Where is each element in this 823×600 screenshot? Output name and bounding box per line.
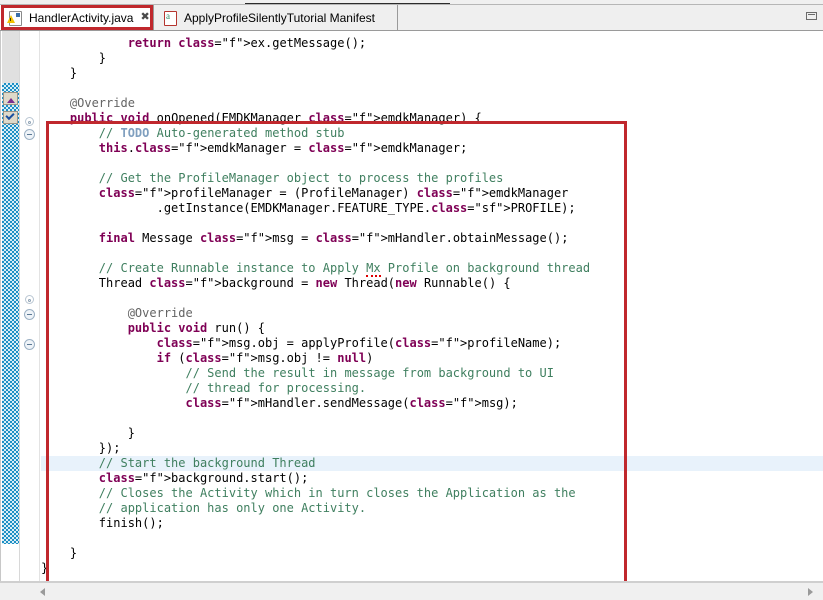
editor-tab-bar: HandlerActivity.java ✖ ApplyProfileSilen…: [0, 5, 823, 31]
gutter-marker-icon[interactable]: [25, 295, 34, 304]
change-ruler-unchanged: [2, 31, 19, 83]
fold-collapse-icon[interactable]: [24, 339, 35, 350]
java-file-warning-icon: [8, 10, 23, 25]
tab-applyprofilesilentlytutorial-manifest[interactable]: ApplyProfileSilentlyTutorial Manifest: [155, 5, 398, 30]
tab-label: ApplyProfileSilentlyTutorial Manifest: [184, 11, 375, 25]
fold-collapse-icon[interactable]: [24, 129, 35, 140]
code-surface[interactable]: return class="f">ex.getMessage(); } } @O…: [41, 31, 823, 582]
horizontal-scrollbar[interactable]: [0, 582, 823, 600]
eclipse-editor-window: HandlerActivity.java ✖ ApplyProfileSilen…: [0, 0, 823, 600]
scroll-right-arrow-icon[interactable]: [808, 588, 813, 596]
ruler-marker-warning-icon[interactable]: [3, 92, 18, 105]
ruler-marker-task-icon[interactable]: [3, 111, 18, 124]
fold-collapse-icon[interactable]: [24, 309, 35, 320]
code-editor: return class="f">ex.getMessage(); } } @O…: [0, 31, 823, 582]
android-manifest-icon: [163, 10, 178, 25]
folding-gutter[interactable]: [20, 31, 40, 582]
overview-change-ruler[interactable]: [2, 31, 20, 582]
tab-label: HandlerActivity.java: [29, 11, 133, 25]
change-ruler-changed: [2, 83, 19, 544]
minimize-view-icon[interactable]: [806, 12, 817, 20]
close-icon[interactable]: ✖: [140, 12, 149, 23]
scroll-left-arrow-icon[interactable]: [40, 588, 45, 596]
tab-handleractivity-java[interactable]: HandlerActivity.java ✖: [0, 5, 154, 30]
gutter-marker-icon[interactable]: [25, 117, 34, 126]
source-code[interactable]: return class="f">ex.getMessage(); } } @O…: [41, 36, 590, 576]
